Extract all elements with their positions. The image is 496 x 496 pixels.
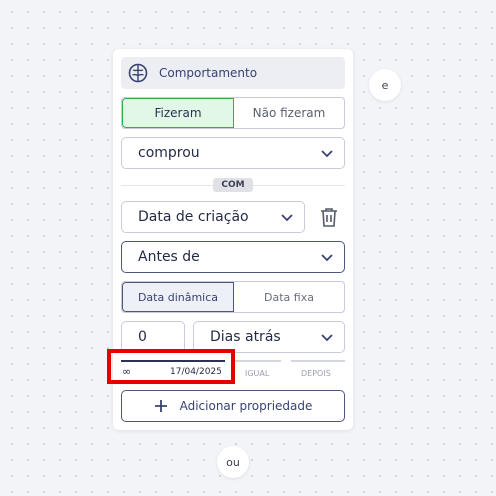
after-range-bar: [291, 360, 345, 362]
header-title: Comportamento: [159, 66, 258, 80]
fixed-date-option[interactable]: Data fixa: [234, 282, 344, 312]
and-connector[interactable]: e: [369, 69, 401, 101]
event-select[interactable]: comprou: [121, 137, 345, 169]
equal-range-bar: [233, 360, 281, 362]
with-badge: COM: [213, 178, 253, 192]
date-mode-toggle: Data dinâmica Data fixa: [121, 281, 345, 313]
chevron-down-icon: [321, 334, 333, 342]
property-select-value: Data de criação: [138, 209, 249, 225]
chevron-down-icon: [321, 254, 333, 262]
did-toggle: Fizeram Não fizeram: [121, 97, 345, 129]
or-connector[interactable]: ou: [217, 446, 249, 478]
event-select-value: comprou: [138, 145, 200, 161]
behavior-header: Comportamento: [121, 57, 345, 89]
add-property-button[interactable]: Adicionar propriedade: [121, 390, 345, 422]
unit-select-value: Dias atrás: [210, 329, 281, 345]
equal-label: IGUAL: [245, 369, 270, 378]
plus-icon: [154, 400, 167, 412]
highlight-box: [107, 349, 235, 384]
dynamic-date-option[interactable]: Data dinâmica: [122, 282, 234, 312]
did-not-option[interactable]: Não fizeram: [234, 98, 344, 128]
chevron-down-icon: [281, 214, 293, 222]
add-property-label: Adicionar propriedade: [179, 399, 313, 413]
brain-icon: [128, 63, 148, 83]
property-select[interactable]: Data de criação: [121, 201, 305, 233]
operator-select-value: Antes de: [138, 249, 200, 265]
operator-select[interactable]: Antes de: [121, 241, 345, 273]
trash-icon[interactable]: [318, 206, 340, 228]
did-option[interactable]: Fizeram: [122, 98, 234, 128]
chevron-down-icon: [321, 150, 333, 158]
after-label: DEPOIS: [301, 369, 331, 378]
